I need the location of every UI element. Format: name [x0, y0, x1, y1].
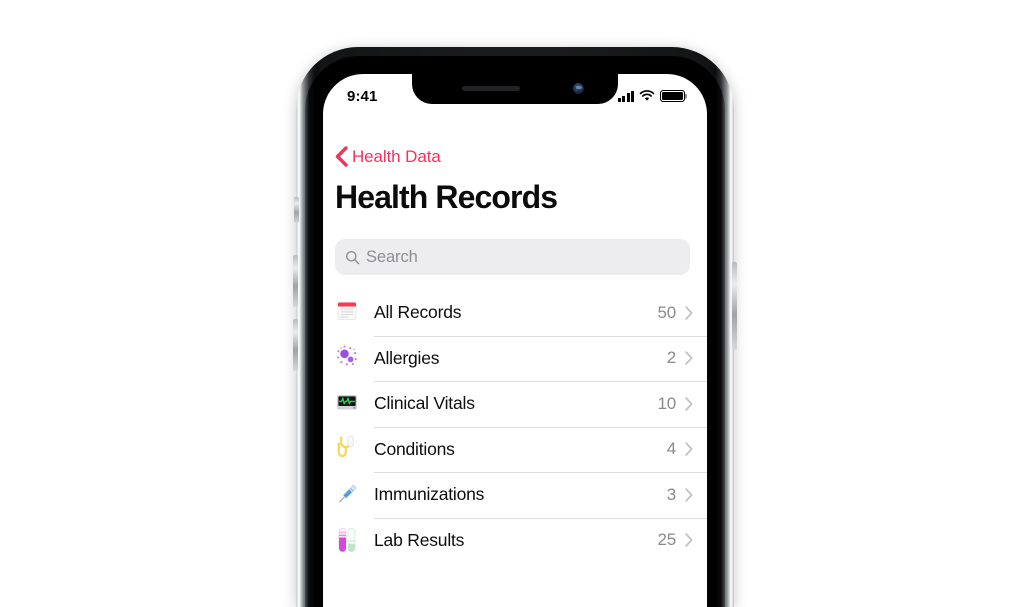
chevron-right-icon [685, 351, 693, 365]
display-notch [412, 74, 618, 104]
list-item-count: 3 [666, 484, 676, 504]
list-item-label: Conditions [374, 438, 455, 459]
list-item-label: Allergies [374, 347, 440, 368]
battery-full-icon [660, 90, 685, 102]
chevron-right-icon [685, 533, 693, 547]
list-item-label: All Records [374, 302, 462, 323]
chevron-left-icon [335, 146, 348, 167]
earpiece-speaker-icon [462, 86, 520, 91]
list-item-label: Clinical Vitals [374, 393, 475, 414]
list-item-count: 50 [657, 302, 676, 322]
stethoscope-icon [335, 435, 359, 463]
phone-screen: 9:41 Health Data Health Records Search A… [323, 74, 707, 607]
wifi-icon [639, 90, 655, 101]
chevron-right-icon [685, 397, 693, 411]
list-item-immunizations[interactable]: Immunizations 3 [323, 472, 707, 518]
allergen-particles-icon [335, 344, 359, 372]
syringe-icon [335, 481, 359, 509]
list-item-count: 4 [666, 439, 676, 459]
front-camera-icon [573, 83, 584, 94]
search-icon [346, 250, 360, 264]
cellular-signal-icon [617, 90, 634, 102]
list-item-count: 25 [657, 530, 676, 550]
list-item-count: 10 [657, 393, 676, 413]
list-item-clinical-vitals[interactable]: Clinical Vitals 10 [323, 381, 707, 427]
status-time: 9:41 [347, 87, 378, 105]
page-title: Health Records [335, 179, 558, 215]
volume-up-button[interactable] [293, 255, 298, 307]
status-indicators [617, 90, 685, 102]
list-item-all-records[interactable]: All Records 50 [323, 290, 707, 336]
back-button-label: Health Data [352, 146, 441, 166]
vitals-monitor-icon [335, 390, 359, 418]
list-item-label: Lab Results [374, 529, 465, 550]
phone-device-frame: 9:41 Health Data Health Records Search A… [293, 47, 737, 607]
chevron-right-icon [685, 442, 693, 456]
test-tubes-icon [335, 526, 359, 554]
search-placeholder: Search [366, 247, 418, 266]
list-item-count: 2 [666, 348, 676, 368]
back-button[interactable]: Health Data [335, 146, 441, 167]
chevron-right-icon [685, 488, 693, 502]
list-item-label: Immunizations [374, 484, 485, 505]
chevron-right-icon [685, 306, 693, 320]
list-item-allergies[interactable]: Allergies 2 [323, 335, 707, 382]
list-item-conditions[interactable]: Conditions 4 [323, 426, 707, 473]
search-input[interactable]: Search [335, 239, 690, 275]
mute-switch[interactable] [294, 197, 299, 223]
health-records-list: All Records 50 Allergies 2 Clinical Vita… [323, 290, 707, 563]
list-item-lab-results[interactable]: Lab Results 25 [323, 517, 707, 564]
power-button[interactable] [732, 262, 737, 350]
document-records-icon [335, 299, 359, 327]
volume-down-button[interactable] [293, 319, 298, 371]
